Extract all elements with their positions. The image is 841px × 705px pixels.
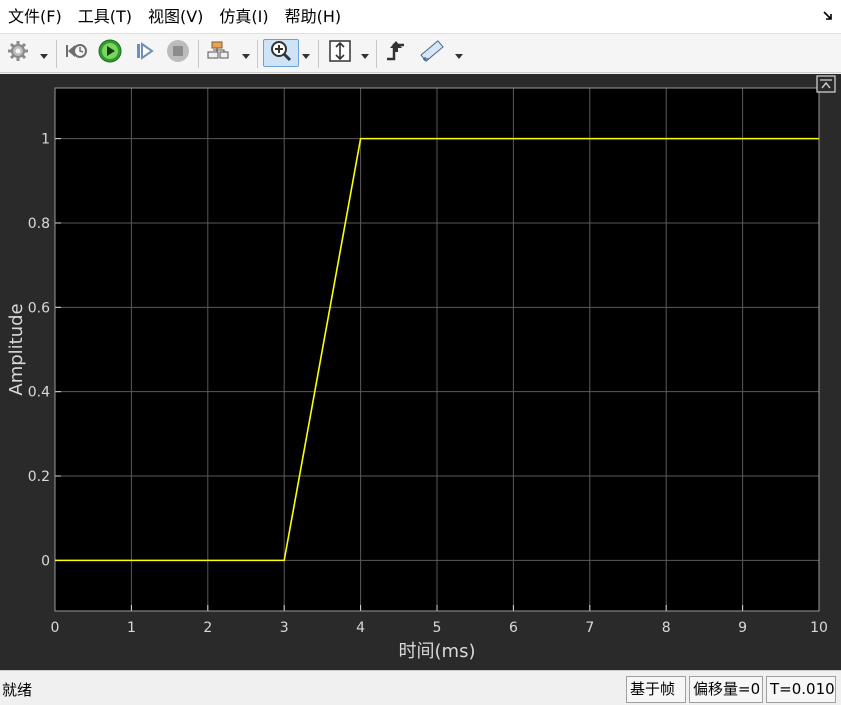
- ruler-icon: [419, 39, 445, 67]
- stop-icon: [165, 38, 191, 68]
- undock-arrow-icon[interactable]: [821, 8, 835, 22]
- menu-view[interactable]: 视图(V): [140, 0, 211, 33]
- settings-button[interactable]: [4, 39, 32, 67]
- measurements-button[interactable]: [418, 39, 446, 67]
- x-tick-label: 9: [738, 620, 747, 636]
- measurements-dropdown[interactable]: [454, 48, 464, 59]
- settings-dropdown[interactable]: [39, 48, 49, 59]
- expand-axes-icon[interactable]: [816, 75, 836, 93]
- x-tick-label: 4: [356, 620, 365, 636]
- block-diagram-icon: [206, 40, 230, 66]
- toolbar-divider: [198, 40, 199, 68]
- y-axis-label: Amplitude: [6, 303, 27, 395]
- amplitude-time-plot[interactable]: 0 1 2 3 4 5 6 7 8 9 10 0 0.2 0.4 0.6 0.8 1 时间(ms) Amplitud…: [0, 74, 841, 670]
- y-tick-label: 0.6: [28, 300, 50, 316]
- menu-bar: 文件(F) 工具(T) 视图(V) 仿真(I) 帮助(H): [0, 0, 841, 33]
- scope-display: 0 1 2 3 4 5 6 7 8 9 10 0 0.2 0.4 0.6 0.8 1 时间(ms) Amplitud…: [0, 74, 841, 670]
- caret-down-icon: [455, 44, 463, 63]
- y-tick-label: 0.4: [28, 385, 50, 401]
- x-tick-label: 8: [662, 620, 671, 636]
- scale-dropdown[interactable]: [360, 48, 370, 59]
- caret-down-icon: [361, 44, 369, 63]
- trigger-icon: [384, 39, 408, 67]
- menu-help[interactable]: 帮助(H): [277, 0, 350, 33]
- toolbar: [0, 33, 841, 73]
- status-ready-text: 就绪: [2, 681, 33, 699]
- step-forward-icon: [133, 40, 155, 66]
- zoom-dropdown[interactable]: [301, 48, 311, 59]
- x-tick-label: 1: [127, 620, 136, 636]
- scale-axes-button[interactable]: [326, 39, 354, 67]
- scale-y-axis-icon: [328, 39, 352, 67]
- x-axis-label: 时间(ms): [399, 641, 476, 662]
- zoom-in-icon: [269, 39, 293, 67]
- toolbar-divider: [376, 40, 377, 68]
- x-tick-label: 3: [280, 620, 289, 636]
- menu-tools[interactable]: 工具(T): [70, 0, 140, 33]
- toolbar-divider: [56, 40, 57, 68]
- run-button[interactable]: [96, 39, 124, 67]
- toolbar-divider: [318, 40, 319, 68]
- menu-file[interactable]: 文件(F): [0, 0, 70, 33]
- y-tick-label: 0.2: [28, 469, 50, 485]
- step-back-icon: [64, 40, 88, 66]
- gear-icon: [7, 40, 29, 66]
- step-forward-button[interactable]: [130, 39, 158, 67]
- highlight-block-button[interactable]: [204, 39, 232, 67]
- x-tick-label: 0: [51, 620, 60, 636]
- status-frame-mode: 基于帧: [626, 676, 686, 703]
- stop-button[interactable]: [164, 39, 192, 67]
- step-back-button[interactable]: [62, 39, 90, 67]
- triggers-button[interactable]: [382, 39, 410, 67]
- x-tick-label: 7: [585, 620, 594, 636]
- x-tick-label: 5: [433, 620, 442, 636]
- menu-simulation[interactable]: 仿真(I): [211, 0, 276, 33]
- x-tick-label: 2: [203, 620, 212, 636]
- caret-down-icon: [40, 44, 48, 63]
- caret-down-icon: [242, 44, 250, 63]
- status-offset: 偏移量=0: [689, 676, 763, 703]
- x-tick-label: 10: [810, 620, 828, 636]
- play-icon: [97, 38, 123, 68]
- status-time: T=0.010: [766, 676, 836, 703]
- y-tick-label: 0: [41, 553, 50, 569]
- y-tick-label: 0.8: [28, 216, 50, 232]
- status-bar: 就绪 基于帧 偏移量=0 T=0.010: [0, 670, 841, 705]
- toolbar-divider: [257, 40, 258, 68]
- zoom-in-button[interactable]: [263, 39, 299, 67]
- highlight-dropdown[interactable]: [241, 48, 251, 59]
- caret-down-icon: [302, 44, 310, 63]
- y-tick-label: 1: [41, 132, 50, 148]
- x-tick-label: 6: [509, 620, 518, 636]
